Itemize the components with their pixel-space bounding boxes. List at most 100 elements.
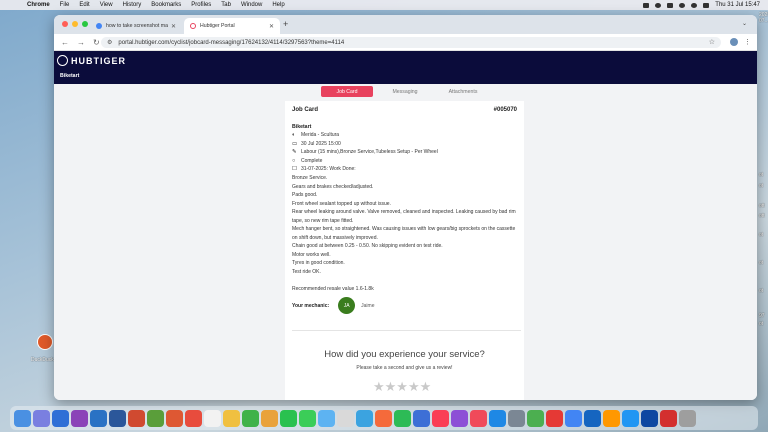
site-info-icon[interactable]: ⚙	[107, 39, 112, 46]
app-icon[interactable]	[185, 409, 202, 427]
browser-tab-hubtiger[interactable]: Hubtiger Portal ✕	[184, 18, 280, 34]
trash-icon[interactable]	[679, 409, 696, 427]
word-doc-icon[interactable]	[109, 409, 126, 427]
menu-help[interactable]: Help	[272, 2, 284, 8]
more-menu-icon[interactable]: ⋮	[744, 38, 751, 46]
profile-avatar-icon[interactable]	[730, 38, 738, 46]
keynote-icon[interactable]	[413, 409, 430, 427]
calendar-app-icon[interactable]	[204, 409, 221, 427]
facetime-icon[interactable]	[280, 409, 297, 427]
reload-icon[interactable]: ↻	[93, 38, 100, 47]
desktop-label: ot	[759, 321, 764, 327]
job-card-header: Job Card #005070	[292, 107, 517, 113]
contacts-icon[interactable]	[337, 409, 354, 427]
shop-name: Biketart	[60, 73, 80, 79]
services-row: ✎ Labour (15 mins),Bronze Service,Tubele…	[292, 149, 438, 155]
menu-tab[interactable]: Tab	[221, 2, 231, 8]
close-tab-icon[interactable]: ✕	[269, 23, 274, 30]
job-card-number: #005070	[493, 107, 517, 113]
safari-icon[interactable]	[622, 409, 639, 427]
wifi-icon[interactable]	[679, 2, 686, 8]
finder-icon[interactable]	[14, 409, 31, 427]
note-line: Tyres in good condition.	[292, 260, 345, 266]
excel-icon[interactable]	[147, 409, 164, 427]
calendar-icon: ▭	[292, 140, 298, 147]
new-tab-icon[interactable]: +	[283, 19, 288, 29]
appstore-icon[interactable]	[356, 409, 373, 427]
outlook-icon[interactable]	[90, 409, 107, 427]
bookmark-star-icon[interactable]: ☆	[709, 38, 715, 46]
photos-icon[interactable]	[261, 409, 278, 427]
app-icon-2[interactable]	[546, 409, 563, 427]
menu-profiles[interactable]: Profiles	[191, 2, 211, 8]
status-area: Thu 31 Jul 15:47	[643, 0, 760, 10]
browser-tab-screenshot[interactable]: how to take screenshot mac ✕	[90, 18, 182, 34]
play-icon[interactable]	[655, 2, 662, 8]
pages-icon[interactable]	[375, 409, 392, 427]
onenote-icon[interactable]	[71, 409, 88, 427]
dropbox-icon[interactable]	[643, 2, 650, 8]
job-status: Complete	[301, 157, 323, 164]
notes-icon[interactable]	[223, 409, 240, 427]
desktop-label: ott	[759, 213, 765, 219]
powerpoint-icon[interactable]	[128, 409, 145, 427]
chrome-icon[interactable]	[527, 409, 544, 427]
wrench-icon: ✎	[292, 149, 297, 155]
browser-toolbar: ← → ↻ ⚙ portal.hubtiger.com/cyclist/jobc…	[54, 34, 757, 51]
settings-icon[interactable]	[508, 409, 525, 427]
app-icon-4[interactable]	[584, 409, 601, 427]
launchpad-icon[interactable]	[33, 409, 50, 427]
logo-text: HUBTIGER	[71, 55, 126, 66]
duckduckgo-icon[interactable]	[166, 409, 183, 427]
tab-attachments[interactable]: Attachments	[437, 86, 489, 97]
menu-app[interactable]: Chrome	[27, 2, 50, 8]
tab-messaging[interactable]: Messaging	[379, 86, 431, 97]
forward-icon[interactable]: →	[77, 38, 85, 47]
menu-window[interactable]: Window	[241, 2, 262, 8]
chevron-down-icon[interactable]: ⌄	[742, 20, 747, 27]
duckduckgo-desktop-icon[interactable]	[37, 334, 53, 350]
browser-window: how to take screenshot mac ✕ Hubtiger Po…	[54, 15, 757, 400]
menu-view[interactable]: View	[100, 2, 113, 8]
system-icon[interactable]	[489, 409, 506, 427]
close-tab-icon[interactable]: ✕	[171, 23, 176, 30]
mail-icon[interactable]	[318, 409, 335, 427]
maps-icon[interactable]	[242, 409, 259, 427]
app-icon-6[interactable]	[641, 409, 658, 427]
url-text[interactable]: portal.hubtiger.com/cyclist/jobcard-mess…	[118, 40, 344, 46]
mechanic-row: Your mechanic: JA Jaime	[292, 297, 374, 314]
clock[interactable]: Thu 31 Jul 15:47	[715, 2, 760, 8]
desktop-label: ot	[759, 183, 764, 189]
menu-history[interactable]: History	[123, 2, 142, 8]
battery-icon[interactable]	[667, 2, 674, 8]
messages-icon[interactable]	[299, 409, 316, 427]
music-icon[interactable]	[432, 409, 449, 427]
app-icon-5[interactable]	[603, 409, 620, 427]
note-line: Motor works well.	[292, 251, 331, 258]
word-icon[interactable]	[52, 409, 69, 427]
podcasts-icon[interactable]	[451, 409, 468, 427]
numbers-icon[interactable]	[394, 409, 411, 427]
close-window-icon[interactable]	[62, 21, 68, 27]
back-icon[interactable]: ←	[61, 38, 69, 47]
address-bar[interactable]: ⚙ portal.hubtiger.com/cyclist/jobcard-me…	[101, 37, 721, 48]
acrobat-icon[interactable]	[660, 409, 677, 427]
minimize-window-icon[interactable]	[72, 21, 78, 27]
note-line: Chain good at between 0.25 - 0.50. No sk…	[292, 243, 443, 249]
mechanic-label: Your mechanic:	[292, 302, 330, 309]
menu-file[interactable]: File	[60, 2, 70, 8]
tab-title: how to take screenshot mac	[106, 23, 168, 29]
news-icon[interactable]	[470, 409, 487, 427]
control-center-icon[interactable]	[703, 2, 710, 8]
zoom-window-icon[interactable]	[82, 21, 88, 27]
shop-label: Biketart	[292, 124, 312, 130]
work-done-heading: 31-07-2025: Work Done:	[301, 166, 356, 172]
tab-job-card[interactable]: Job Card	[321, 86, 373, 97]
review-subtitle: Please take a second and give us a revie…	[356, 365, 453, 371]
job-card-panel: Job Card #005070 Biketart ◐ Merida - Scu…	[285, 101, 524, 400]
app-icon-3[interactable]	[565, 409, 582, 427]
menu-bookmarks[interactable]: Bookmarks	[151, 2, 181, 8]
search-icon[interactable]	[691, 2, 698, 8]
star-rating[interactable]: ★★★★★	[373, 379, 431, 395]
menu-edit[interactable]: Edit	[79, 2, 89, 8]
